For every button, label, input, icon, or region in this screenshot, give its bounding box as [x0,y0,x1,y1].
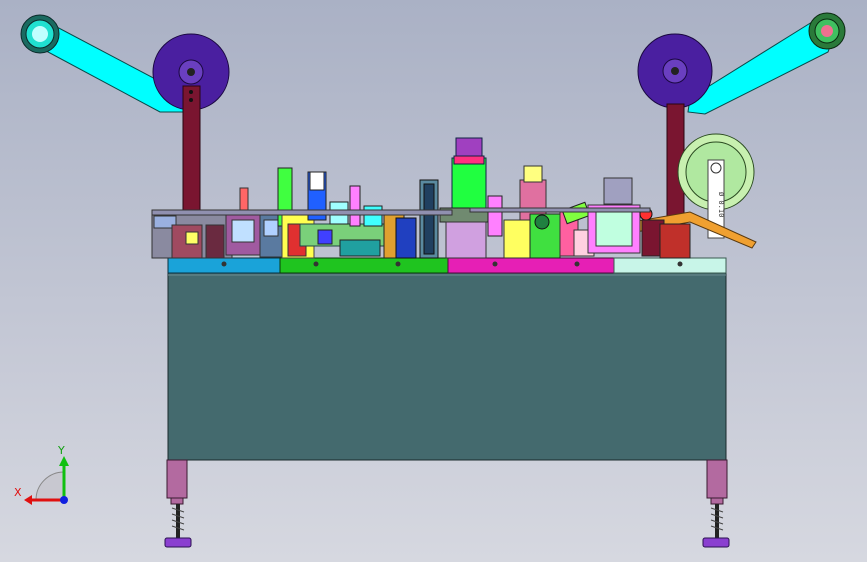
x-axis-label: X [14,486,22,499]
reel-marking: Ø 0.10 [717,192,725,217]
cabinet [167,272,727,461]
left-leg [164,459,192,548]
coordinate-triad: Y X [14,444,69,505]
right-supply-reel [637,33,713,109]
y-axis-label: Y [57,444,65,457]
right-leg [702,459,730,548]
bed-plate [167,257,727,274]
z-axis-dot [60,496,68,504]
station-zone-1 [151,187,283,259]
station-zone-center [419,137,503,259]
machine-cad-view: Ø 0.10 Y X [14,12,846,548]
